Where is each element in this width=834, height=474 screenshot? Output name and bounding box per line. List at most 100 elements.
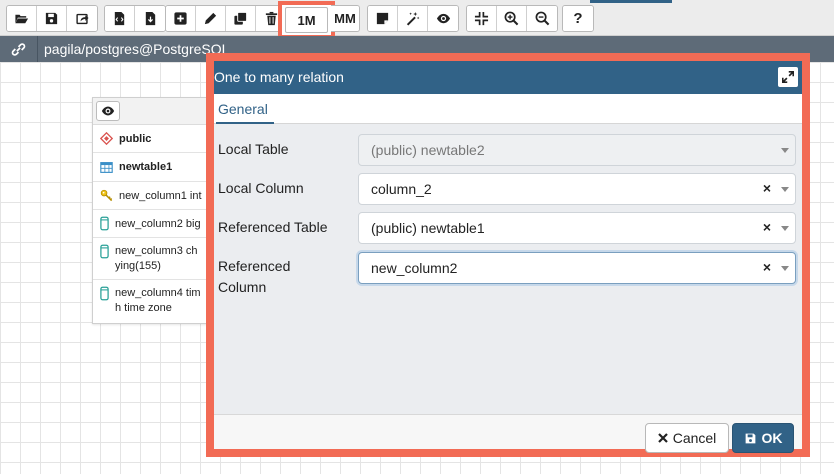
connection-status-button[interactable] bbox=[0, 36, 38, 62]
trash-icon bbox=[265, 11, 277, 26]
one-to-many-dialog: One to many relation General Local Table… bbox=[206, 53, 810, 457]
connection-title: pagila/postgres@PostgreSQL bbox=[44, 41, 230, 57]
column-name: new_column1 int bbox=[119, 189, 202, 202]
node-details-toggle[interactable] bbox=[96, 101, 120, 121]
magic-wand-icon bbox=[406, 11, 420, 26]
edit-button-group bbox=[165, 5, 287, 32]
referenced-column-label: Referenced Column bbox=[218, 256, 290, 298]
column-row: new_column1 int bbox=[93, 182, 211, 210]
column-name: new_column2 big bbox=[115, 217, 201, 230]
ok-button[interactable]: OK bbox=[732, 423, 794, 453]
chevron-down-icon bbox=[781, 148, 789, 153]
toolbar-accent-strip bbox=[590, 0, 672, 3]
add-table-button[interactable] bbox=[166, 6, 196, 31]
help-button[interactable]: ? bbox=[563, 6, 593, 31]
expand-icon bbox=[782, 71, 794, 83]
referenced-column-label-line1: Referenced bbox=[218, 258, 291, 274]
file-button-group bbox=[6, 5, 98, 32]
zoom-button-group bbox=[466, 5, 558, 32]
one-to-many-label: 1M bbox=[297, 12, 316, 28]
table-name: newtable1 bbox=[119, 161, 173, 173]
cancel-label: Cancel bbox=[672, 430, 717, 446]
chevron-down-icon[interactable] bbox=[781, 187, 789, 192]
schema-icon bbox=[100, 132, 113, 145]
plus-square-icon bbox=[174, 12, 187, 25]
zoom-out-icon bbox=[535, 11, 549, 26]
local-table-select: (public) newtable2 bbox=[358, 134, 796, 166]
cancel-button[interactable]: Cancel bbox=[645, 423, 729, 453]
save-icon bbox=[744, 432, 757, 445]
many-to-many-button[interactable]: MM bbox=[331, 6, 359, 31]
link-broken-icon bbox=[11, 42, 26, 56]
column-type: ying(155) bbox=[115, 259, 161, 272]
clone-table-button[interactable] bbox=[226, 6, 256, 31]
referenced-table-label: Referenced Table bbox=[218, 219, 328, 235]
column-icon bbox=[100, 244, 109, 259]
local-column-label: Local Column bbox=[218, 180, 304, 196]
auto-align-button[interactable] bbox=[398, 6, 428, 31]
referenced-column-row: Referenced Column new_column2 × bbox=[214, 252, 802, 296]
local-table-value: (public) newtable2 bbox=[371, 142, 485, 158]
schema-name: public bbox=[119, 132, 152, 145]
zoom-in-icon bbox=[504, 11, 519, 26]
referenced-table-select[interactable]: (public) newtable1 × bbox=[358, 212, 796, 244]
toggle-details-button[interactable] bbox=[428, 6, 458, 31]
column-text: new_column4 tim h time zone bbox=[115, 286, 201, 316]
node-toolbar bbox=[93, 98, 211, 125]
column-icon bbox=[100, 216, 109, 231]
chevron-down-icon[interactable] bbox=[781, 226, 789, 231]
column-icon bbox=[100, 286, 109, 301]
one-to-many-highlight: 1M bbox=[278, 1, 335, 39]
help-button-group: ? bbox=[562, 5, 594, 32]
dialog-header[interactable]: One to many relation bbox=[214, 61, 802, 94]
download-image-button[interactable] bbox=[135, 6, 165, 31]
column-row: new_column2 big bbox=[93, 210, 211, 238]
eye-icon bbox=[436, 13, 450, 24]
view-button-group bbox=[367, 5, 459, 32]
referenced-table-row: Referenced Table (public) newtable1 × bbox=[214, 212, 802, 244]
sql-button-group bbox=[104, 5, 166, 32]
local-column-row: Local Column column_2 × bbox=[214, 173, 802, 205]
referenced-column-label-line2: Column bbox=[218, 279, 267, 295]
zoom-fit-button[interactable] bbox=[467, 6, 497, 31]
toolbar: 1M MM ? bbox=[0, 0, 834, 39]
folder-open-icon bbox=[14, 14, 29, 24]
share-icon bbox=[75, 13, 89, 25]
generate-sql-button[interactable] bbox=[105, 6, 135, 31]
compress-icon bbox=[474, 11, 489, 26]
clear-icon[interactable]: × bbox=[763, 259, 771, 275]
local-column-value: column_2 bbox=[371, 181, 432, 197]
one-to-many-button[interactable]: 1M bbox=[285, 7, 328, 33]
edit-table-button[interactable] bbox=[196, 6, 226, 31]
clear-icon[interactable]: × bbox=[763, 180, 771, 196]
ok-label: OK bbox=[761, 430, 783, 446]
dialog-tabs: General bbox=[214, 94, 802, 124]
column-type: h time zone bbox=[115, 302, 172, 314]
share-button[interactable] bbox=[67, 6, 97, 31]
add-note-button[interactable] bbox=[368, 6, 398, 31]
zoom-in-button[interactable] bbox=[497, 6, 527, 31]
help-label: ? bbox=[573, 10, 583, 27]
dialog-title: One to many relation bbox=[214, 69, 344, 85]
open-file-button[interactable] bbox=[7, 6, 37, 31]
referenced-column-value: new_column2 bbox=[371, 260, 458, 276]
close-icon bbox=[657, 433, 668, 443]
tab-general[interactable]: General bbox=[216, 94, 274, 124]
local-column-select[interactable]: column_2 × bbox=[358, 173, 796, 205]
maximize-button[interactable] bbox=[778, 67, 798, 87]
table-node-newtable1[interactable]: public newtable1 new_column1 int new_col… bbox=[92, 97, 212, 324]
relation-button-group: MM bbox=[331, 5, 360, 32]
column-name: new_column4 tim bbox=[115, 287, 201, 299]
save-icon bbox=[45, 12, 58, 25]
many-to-many-label: MM bbox=[334, 11, 356, 26]
referenced-column-select[interactable]: new_column2 × bbox=[358, 252, 796, 284]
chevron-down-icon[interactable] bbox=[781, 266, 789, 271]
save-button[interactable] bbox=[37, 6, 67, 31]
zoom-out-button[interactable] bbox=[527, 6, 557, 31]
clear-icon[interactable]: × bbox=[763, 219, 771, 235]
column-row: new_column3 ch ying(155) bbox=[93, 238, 211, 280]
local-table-row: Local Table (public) newtable2 bbox=[214, 134, 802, 166]
sticky-note-icon bbox=[376, 12, 389, 25]
node-schema-row: public bbox=[93, 125, 211, 153]
clone-icon bbox=[234, 11, 248, 25]
